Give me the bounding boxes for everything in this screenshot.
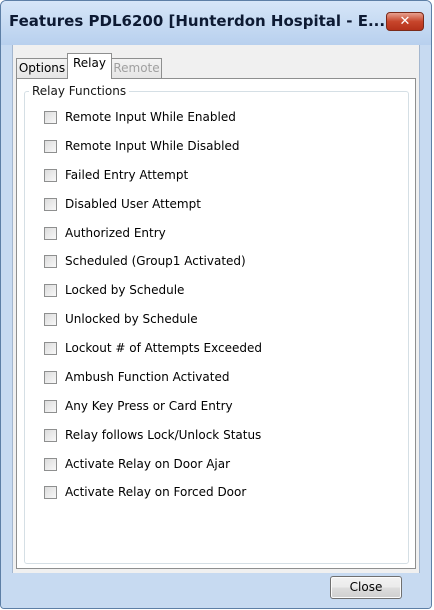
checkbox-authorized-entry[interactable]: Authorized Entry bbox=[44, 225, 166, 241]
checkbox-box[interactable] bbox=[44, 341, 57, 355]
checkbox-label[interactable]: Ambush Function Activated bbox=[65, 370, 229, 384]
checkbox-any-key-press[interactable]: Any Key Press or Card Entry bbox=[44, 398, 233, 414]
checkbox-remote-input-disabled[interactable]: Remote Input While Disabled bbox=[44, 138, 239, 154]
close-window-button[interactable]: ✕ bbox=[386, 12, 424, 31]
checkbox-label[interactable]: Any Key Press or Card Entry bbox=[65, 399, 233, 413]
checkbox-remote-input-enabled[interactable]: Remote Input While Enabled bbox=[44, 109, 236, 125]
checkbox-box[interactable] bbox=[44, 226, 57, 240]
tab-remote: Remote bbox=[111, 58, 162, 79]
checkbox-label[interactable]: Remote Input While Enabled bbox=[65, 110, 236, 124]
checkbox-box[interactable] bbox=[44, 485, 57, 499]
checkbox-box[interactable] bbox=[44, 370, 57, 384]
checkbox-box[interactable] bbox=[44, 168, 57, 182]
checkbox-box[interactable] bbox=[44, 254, 57, 268]
checkbox-box[interactable] bbox=[44, 110, 57, 124]
dialog-footer: Close bbox=[1, 573, 431, 608]
checkbox-box[interactable] bbox=[44, 428, 57, 442]
title-bar[interactable]: Features PDL6200 [Hunterdon Hospital - E… bbox=[1, 1, 431, 45]
checkbox-relay-door-ajar[interactable]: Activate Relay on Door Ajar bbox=[44, 456, 230, 472]
checkbox-relay-forced-door[interactable]: Activate Relay on Forced Door bbox=[44, 484, 246, 500]
relay-functions-group: Relay Functions Remote Input While Enabl… bbox=[24, 84, 409, 564]
checkbox-label[interactable]: Scheduled (Group1 Activated) bbox=[65, 254, 246, 268]
checkbox-label[interactable]: Disabled User Attempt bbox=[65, 197, 201, 211]
window-title: Features PDL6200 [Hunterdon Hospital - E… bbox=[9, 12, 386, 30]
group-title: Relay Functions bbox=[29, 84, 130, 98]
close-button[interactable]: Close bbox=[330, 576, 402, 599]
checkbox-label[interactable]: Lockout # of Attempts Exceeded bbox=[65, 341, 262, 355]
checkbox-box[interactable] bbox=[44, 457, 57, 471]
checkbox-label[interactable]: Failed Entry Attempt bbox=[65, 168, 188, 182]
checkbox-label[interactable]: Activate Relay on Forced Door bbox=[65, 485, 246, 499]
checkbox-disabled-user-attempt[interactable]: Disabled User Attempt bbox=[44, 196, 201, 212]
checkbox-failed-entry-attempt[interactable]: Failed Entry Attempt bbox=[44, 167, 188, 183]
checkbox-relay-follows-lock-status[interactable]: Relay follows Lock/Unlock Status bbox=[44, 427, 261, 443]
checkbox-scheduled-group1[interactable]: Scheduled (Group1 Activated) bbox=[44, 253, 246, 269]
tab-strip: Options Relay Remote bbox=[13, 53, 419, 79]
checkbox-unlocked-by-schedule[interactable]: Unlocked by Schedule bbox=[44, 311, 198, 327]
checkbox-lockout-attempts-exceeded[interactable]: Lockout # of Attempts Exceeded bbox=[44, 340, 262, 356]
checkbox-ambush-function[interactable]: Ambush Function Activated bbox=[44, 369, 229, 385]
checkbox-box[interactable] bbox=[44, 399, 57, 413]
checkbox-box[interactable] bbox=[44, 139, 57, 153]
features-dialog: Features PDL6200 [Hunterdon Hospital - E… bbox=[0, 0, 432, 609]
checkbox-label[interactable]: Locked by Schedule bbox=[65, 283, 184, 297]
checkbox-box[interactable] bbox=[44, 197, 57, 211]
checkbox-label[interactable]: Relay follows Lock/Unlock Status bbox=[65, 428, 261, 442]
close-icon: ✕ bbox=[399, 14, 411, 29]
checkbox-label[interactable]: Activate Relay on Door Ajar bbox=[65, 457, 230, 471]
checkbox-label[interactable]: Unlocked by Schedule bbox=[65, 312, 198, 326]
checkbox-box[interactable] bbox=[44, 312, 57, 326]
tab-options[interactable]: Options bbox=[16, 58, 68, 79]
checkbox-locked-by-schedule[interactable]: Locked by Schedule bbox=[44, 282, 184, 298]
checkbox-box[interactable] bbox=[44, 283, 57, 297]
tab-relay[interactable]: Relay bbox=[67, 53, 112, 79]
dialog-body: Options Relay Remote Relay Functions Rem… bbox=[12, 45, 420, 573]
relay-tab-page: Relay Functions Remote Input While Enabl… bbox=[16, 78, 416, 569]
checkbox-label[interactable]: Remote Input While Disabled bbox=[65, 139, 239, 153]
checkbox-label[interactable]: Authorized Entry bbox=[65, 226, 166, 240]
cursor-artifact bbox=[208, 201, 224, 219]
